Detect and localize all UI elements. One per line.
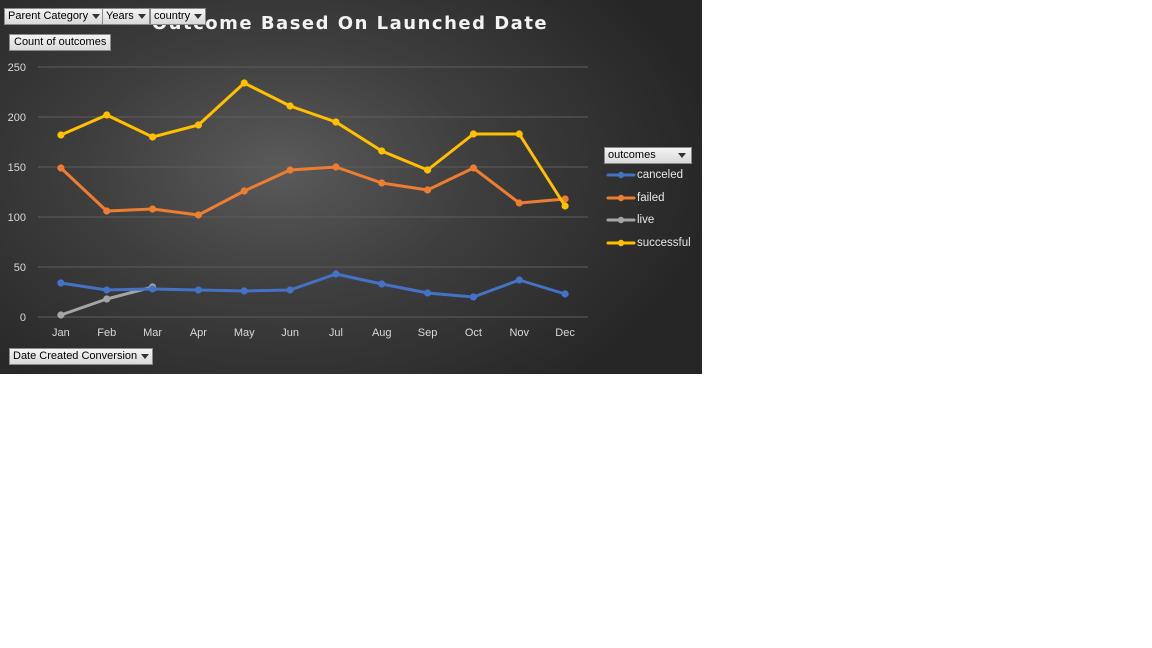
data-point-canceled[interactable] [332,270,340,278]
x-tick-label: Jul [329,327,343,339]
data-point-canceled[interactable] [57,279,65,287]
data-point-successful[interactable] [286,102,294,110]
legend-field-button[interactable]: outcomes [604,147,692,164]
data-point-successful[interactable] [469,130,478,138]
data-point-successful[interactable] [148,133,157,141]
parent-category-filter-button[interactable]: Parent Category [4,8,105,25]
legend-swatch-successful [606,239,636,246]
years-filter-label: Years [106,10,134,22]
data-point-canceled[interactable] [423,289,432,297]
data-point-successful[interactable] [194,121,203,129]
y-tick-label: 50 [14,262,26,274]
series-line-successful [59,81,567,208]
y-tick-label: 100 [8,212,26,224]
chevron-down-icon [137,13,146,19]
x-tick-label: Oct [465,327,482,339]
axis-field-label: Date Created Conversion [13,350,138,362]
data-point-successful[interactable] [332,118,340,126]
data-point-successful[interactable] [57,131,65,139]
x-tick-label: Dec [555,327,575,339]
x-tick-label: Aug [372,327,392,339]
legend-label: live [637,214,655,226]
x-tick-label: Apr [190,327,207,339]
x-tick-label: Sep [418,327,438,339]
data-point-successful[interactable] [240,79,248,87]
data-point-failed[interactable] [469,164,478,172]
legend-label: canceled [637,169,684,181]
chevron-down-icon [92,13,101,19]
x-tick-label: Feb [97,327,116,339]
data-point-canceled[interactable] [561,290,569,298]
plot-area: 0 50 100 150 200 250 Jan Feb Mar Apr May Jun Jul Aug S… [8,62,588,339]
y-tick-label: 0 [20,312,26,324]
data-point-successful[interactable] [423,166,432,174]
data-point-failed[interactable] [378,179,386,187]
data-point-failed[interactable] [286,166,294,174]
data-point-canceled[interactable] [286,286,294,294]
x-tick-label: Mar [143,327,162,339]
data-point-canceled[interactable] [194,286,203,294]
chevron-down-icon [141,353,150,359]
data-point-canceled[interactable] [240,287,248,295]
chart-area: Outcome Based On Launched Date 0 50 100 150… [0,0,702,374]
data-point-live[interactable] [57,311,65,319]
data-point-failed[interactable] [194,211,203,219]
chevron-down-icon [678,153,686,158]
legend-swatch-live [606,216,636,224]
legend-swatch-failed [606,194,636,201]
chevron-down-icon [194,13,203,19]
data-point-successful[interactable] [515,130,523,138]
data-point-successful[interactable] [378,147,386,155]
y-tick-label: 250 [8,62,26,74]
y-tick-label: 200 [8,112,26,124]
y-tick-label: 150 [8,162,26,174]
legend-label: successful [637,236,691,249]
data-point-live[interactable] [103,295,111,303]
years-filter-button[interactable]: Years [102,8,150,25]
value-field-label: Count of outcomes [14,36,107,48]
data-point-canceled[interactable] [378,280,386,288]
data-point-canceled[interactable] [515,276,523,284]
value-field-button[interactable]: Count of outcomes [9,34,112,51]
data-point-successful[interactable] [561,202,569,210]
data-point-failed[interactable] [240,187,248,195]
country-filter-button[interactable]: country [150,8,207,25]
data-point-successful[interactable] [103,111,111,119]
data-point-failed[interactable] [423,186,432,194]
data-point-failed[interactable] [332,163,340,171]
legend-field-label: outcomes [608,149,656,161]
axis-field-button[interactable]: Date Created Conversion [9,348,154,365]
x-tick-label: Nov [509,327,529,339]
series-line-failed [59,165,567,217]
data-point-failed[interactable] [57,164,65,172]
x-tick-label: May [234,327,255,339]
data-point-failed[interactable] [148,205,157,213]
x-tick-label: Jun [281,327,299,339]
data-point-failed[interactable] [103,207,111,215]
parent-category-filter-label: Parent Category [8,10,89,22]
legend-swatch-canceled [606,171,636,179]
country-filter-label: country [154,10,191,22]
data-point-canceled[interactable] [469,293,478,301]
data-point-canceled[interactable] [103,286,111,294]
x-tick-label: Jan [52,327,70,339]
series-line-canceled [59,272,567,299]
data-point-failed[interactable] [515,199,523,207]
legend-label: failed [637,191,665,204]
data-point-canceled[interactable] [148,285,157,293]
